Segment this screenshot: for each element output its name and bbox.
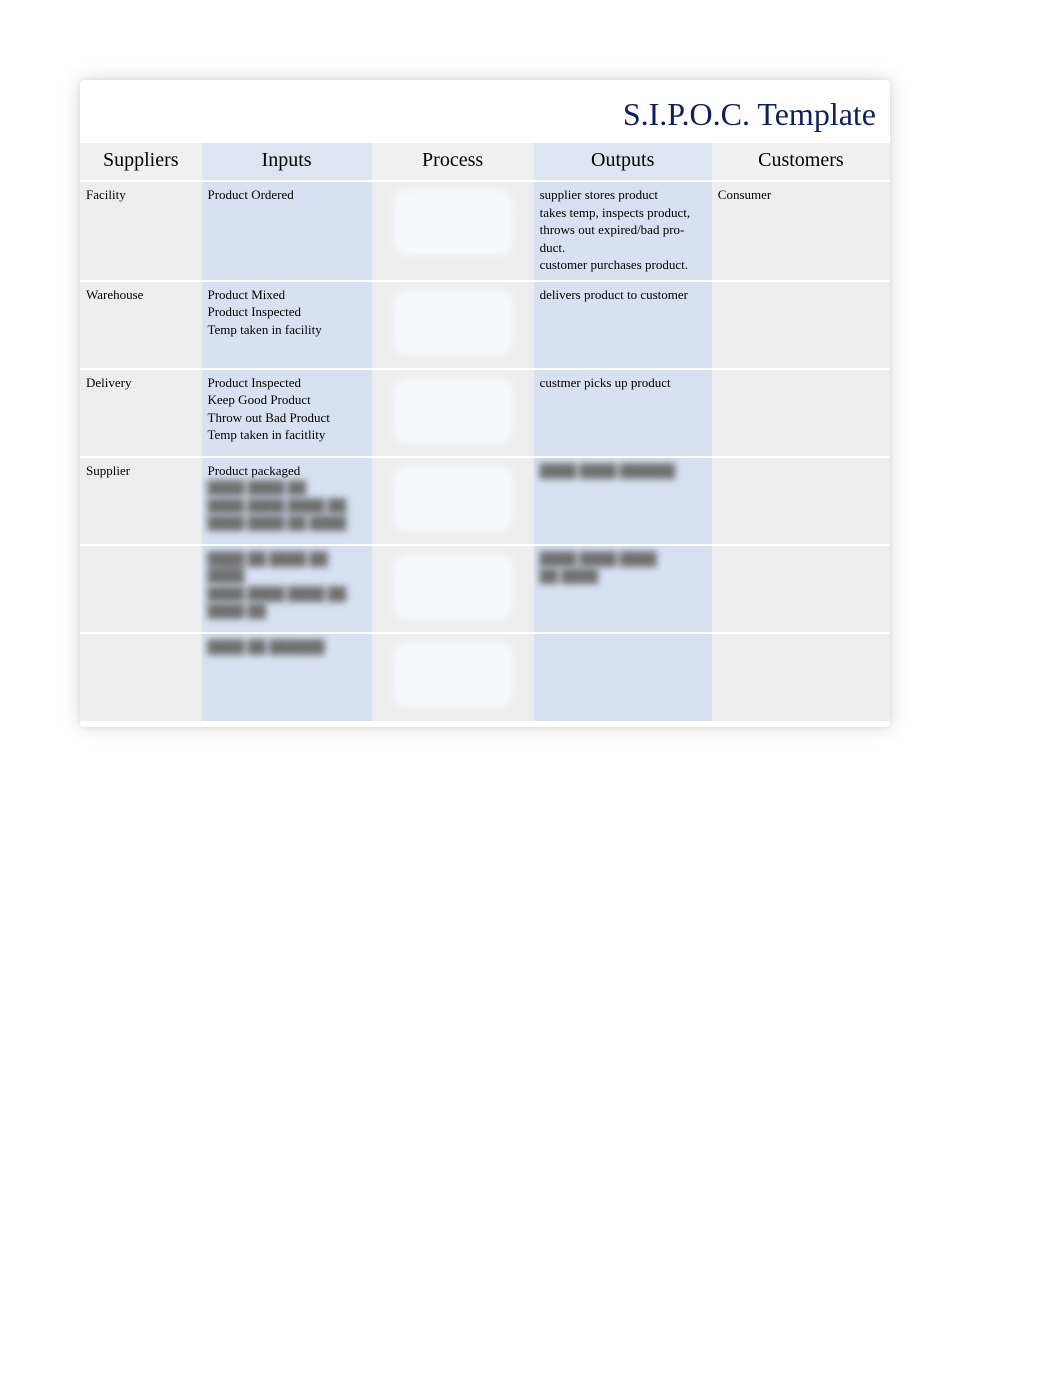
- output-line: delivers product to customer: [540, 286, 706, 304]
- cell-customer: [712, 457, 890, 545]
- cell-customer: Consumer: [712, 181, 890, 281]
- cell-outputs: custmer picks up product: [534, 369, 712, 457]
- input-line-blurred: ████ ████ ██ ████: [208, 514, 366, 532]
- output-line: custmer picks up product: [540, 374, 706, 392]
- sipoc-table: Suppliers Inputs Process Outputs Custome…: [80, 143, 890, 721]
- cell-supplier: Facility: [80, 181, 202, 281]
- cell-outputs: ████ ████ ████ ██ ████: [534, 545, 712, 633]
- header-process: Process: [372, 143, 534, 181]
- input-line: Temp taken in facitlity: [208, 426, 366, 444]
- cell-customer: [712, 545, 890, 633]
- input-line-blurred: ████ ██ ██████: [208, 638, 366, 656]
- table-row: Warehouse Product Mixed Product Inspecte…: [80, 281, 890, 369]
- input-line-blurred: ████ ████ ████ ██: [208, 585, 366, 603]
- cell-supplier: Delivery: [80, 369, 202, 457]
- cell-supplier: Warehouse: [80, 281, 202, 369]
- header-outputs: Outputs: [534, 143, 712, 181]
- cell-inputs: ████ ██ ████ ██ ████ ████ ████ ████ ██ █…: [202, 545, 372, 633]
- output-line: duct.: [540, 239, 706, 257]
- process-box-icon: [393, 466, 513, 532]
- cell-process: [372, 633, 534, 721]
- input-line: Product Inspected: [208, 374, 366, 392]
- table-row: ████ ██ ████ ██ ████ ████ ████ ████ ██ █…: [80, 545, 890, 633]
- page: S.I.P.O.C. Template Suppliers Inputs Pro…: [0, 0, 1062, 1377]
- cell-process: [372, 369, 534, 457]
- input-line: Throw out Bad Product: [208, 409, 366, 427]
- cell-supplier: [80, 633, 202, 721]
- process-box-icon: [393, 642, 513, 708]
- cell-process: [372, 181, 534, 281]
- cell-outputs: delivers product to customer: [534, 281, 712, 369]
- cell-outputs: ████ ████ ██████: [534, 457, 712, 545]
- input-line-blurred: ████ ██: [208, 602, 366, 620]
- output-line: supplier stores product: [540, 186, 706, 204]
- header-customers: Customers: [712, 143, 890, 181]
- cell-inputs: Product Ordered: [202, 181, 372, 281]
- output-line-blurred: ████ ████ ██████: [540, 462, 706, 480]
- cell-process: [372, 281, 534, 369]
- process-box-icon: [393, 290, 513, 356]
- cell-outputs: [534, 633, 712, 721]
- cell-inputs: Product Inspected Keep Good Product Thro…: [202, 369, 372, 457]
- output-line: customer purchases product.: [540, 256, 706, 274]
- process-box-icon: [393, 190, 513, 256]
- output-line: takes temp, inspects product, throws out…: [540, 204, 706, 239]
- input-line: Product packaged: [208, 462, 366, 480]
- cell-process: [372, 545, 534, 633]
- cell-inputs: ████ ██ ██████: [202, 633, 372, 721]
- process-box-icon: [393, 378, 513, 444]
- table-row: Delivery Product Inspected Keep Good Pro…: [80, 369, 890, 457]
- input-line-blurred: ████ ████ ██: [208, 479, 366, 497]
- cell-customer: [712, 369, 890, 457]
- process-box-icon: [393, 554, 513, 620]
- sipoc-card: S.I.P.O.C. Template Suppliers Inputs Pro…: [80, 80, 890, 727]
- cell-inputs: Product Mixed Product Inspected Temp tak…: [202, 281, 372, 369]
- cell-inputs: Product packaged ████ ████ ██ ████ ████ …: [202, 457, 372, 545]
- input-line: Temp taken in facility: [208, 321, 366, 339]
- table-row: Facility Product Ordered supplier stores…: [80, 181, 890, 281]
- input-line: Product Inspected: [208, 303, 366, 321]
- input-line-blurred: ████ ██ ████ ██ ████: [208, 550, 366, 585]
- cell-customer: [712, 281, 890, 369]
- input-line: Product Ordered: [208, 186, 366, 204]
- input-line-blurred: ████ ████ ████ ██: [208, 497, 366, 515]
- document-title: S.I.P.O.C. Template: [80, 80, 890, 143]
- cell-process: [372, 457, 534, 545]
- cell-supplier: [80, 545, 202, 633]
- cell-outputs: supplier stores product takes temp, insp…: [534, 181, 712, 281]
- header-suppliers: Suppliers: [80, 143, 202, 181]
- input-line: Keep Good Product: [208, 391, 366, 409]
- input-line: Product Mixed: [208, 286, 366, 304]
- table-row: ████ ██ ██████: [80, 633, 890, 721]
- cell-supplier: Supplier: [80, 457, 202, 545]
- output-line-blurred: ██ ████: [540, 567, 706, 585]
- header-inputs: Inputs: [202, 143, 372, 181]
- cell-customer: [712, 633, 890, 721]
- header-row: Suppliers Inputs Process Outputs Custome…: [80, 143, 890, 181]
- output-line-blurred: ████ ████ ████: [540, 550, 706, 568]
- table-row: Supplier Product packaged ████ ████ ██ █…: [80, 457, 890, 545]
